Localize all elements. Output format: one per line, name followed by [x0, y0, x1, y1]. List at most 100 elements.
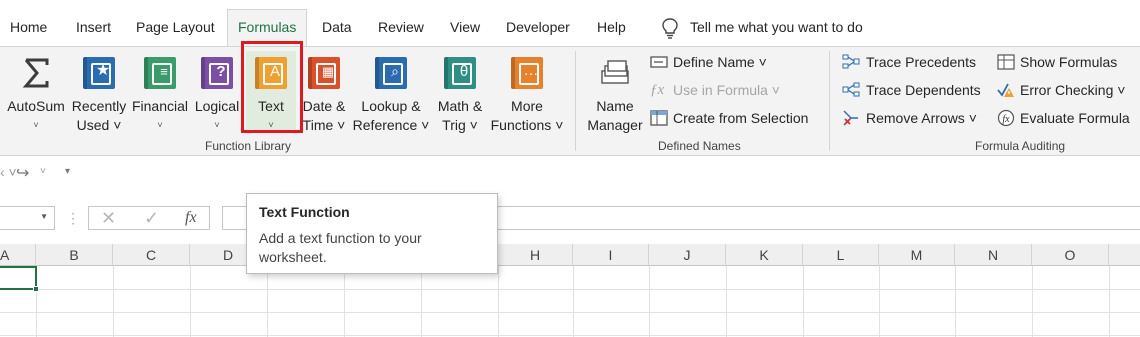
worksheet-grid[interactable]: A B C D E F G H I J K L M N O: [0, 244, 1140, 337]
selected-cell-a1[interactable]: [0, 266, 37, 290]
grip-dots-icon: ⋮: [66, 210, 80, 226]
autosum-label: AutoSum ˅: [7, 98, 65, 130]
column-header-j[interactable]: J: [649, 244, 726, 266]
trace-precedents-icon: [842, 54, 860, 69]
group-divider: [575, 51, 576, 151]
text-button-highlight-box: [241, 41, 303, 133]
enter-check-icon[interactable]: ✓: [144, 208, 159, 229]
evaluate-formula-label: Evaluate Formula: [1020, 110, 1130, 126]
logical-button[interactable]: ? Logical ˅: [190, 51, 244, 133]
name-manager-button[interactable]: Name Manager: [582, 51, 648, 133]
formula-auditing-group-label: Formula Auditing: [975, 139, 1066, 153]
redo-icon[interactable]: ↪: [16, 163, 29, 183]
name-box[interactable]: ▼: [0, 206, 55, 230]
redo-dropdown-icon[interactable]: ˅: [40, 166, 46, 177]
column-header-k[interactable]: K: [726, 244, 803, 266]
insert-function-fx-icon[interactable]: fx: [185, 209, 197, 227]
tooltip-body: Add a text function to your worksheet.: [259, 230, 422, 265]
column-header-o[interactable]: O: [1032, 244, 1109, 266]
column-header-m[interactable]: M: [879, 244, 955, 266]
trace-dependents-icon: [842, 82, 860, 97]
evaluate-formula-icon: fx: [997, 109, 1015, 127]
star-book-icon: ★: [83, 57, 115, 89]
column-header-h[interactable]: H: [498, 244, 573, 266]
column-gridline: [879, 266, 880, 337]
function-library-group-label: Function Library: [205, 139, 292, 153]
fill-handle[interactable]: [33, 286, 39, 292]
tab-data[interactable]: Data: [322, 14, 352, 40]
column-gridline: [421, 266, 422, 337]
tab-page-layout[interactable]: Page Layout: [136, 14, 215, 40]
column-gridline: [573, 266, 574, 337]
formula-bar: ▼ ⋮ ✕ ✓ fx: [0, 200, 1140, 236]
svg-text:fx: fx: [1002, 114, 1010, 125]
show-formulas-icon: [997, 54, 1015, 70]
cancel-icon[interactable]: ✕: [101, 208, 116, 229]
ribbon-tab-bar: Home Insert Page Layout Formulas Data Re…: [0, 0, 1140, 47]
undo-dropdown-icon[interactable]: ‹ ˅: [0, 164, 17, 180]
column-gridline: [649, 266, 650, 337]
tab-review[interactable]: Review: [378, 14, 424, 40]
recently-used-button[interactable]: ★ Recently Used ˅: [68, 51, 130, 133]
tab-help[interactable]: Help: [597, 14, 626, 40]
defined-names-group-label: Defined Names: [658, 139, 741, 153]
date-time-button[interactable]: ▦ Date & Time ˅: [298, 51, 350, 133]
column-gridline: [726, 266, 727, 337]
financial-label: Financial ˅: [131, 98, 189, 130]
column-gridline: [190, 266, 191, 337]
financial-button[interactable]: ≡ Financial ˅: [130, 51, 190, 133]
use-in-formula-label: Use in Formula ˅: [673, 82, 780, 98]
logical-label: Logical ˅: [194, 98, 240, 130]
question-book-icon: ?: [201, 57, 233, 89]
error-checking-label: Error Checking ˅: [1020, 82, 1126, 98]
trace-precedents-label: Trace Precedents: [866, 54, 976, 70]
tab-home[interactable]: Home: [10, 14, 47, 40]
date-time-label: Date & Time ˅: [302, 98, 346, 133]
trace-dependents-label: Trace Dependents: [866, 82, 981, 98]
column-header-c[interactable]: C: [113, 244, 190, 266]
column-gridline: [498, 266, 499, 337]
sigma-icon: [22, 58, 49, 88]
customize-toolbar-icon[interactable]: ▾: [65, 166, 70, 177]
tab-developer[interactable]: Developer: [506, 14, 570, 40]
tab-insert[interactable]: Insert: [76, 14, 111, 40]
column-header-n[interactable]: N: [955, 244, 1032, 266]
more-functions-label: More Functions ˅: [490, 98, 564, 133]
lookup-reference-button[interactable]: ⌕ Lookup & Reference ˅: [352, 51, 430, 133]
error-checking-icon: [997, 83, 1014, 97]
autosum-button[interactable]: AutoSum ˅: [4, 51, 68, 133]
name-manager-icon: [601, 60, 629, 84]
column-header-i[interactable]: I: [573, 244, 649, 266]
tab-view[interactable]: View: [450, 14, 480, 40]
math-trig-button[interactable]: θ Math & Trig ˅: [430, 51, 490, 133]
ellipsis-book-icon: …: [511, 57, 543, 89]
formula-buttons: ✕ ✓ fx: [88, 206, 210, 230]
show-formulas-label: Show Formulas: [1020, 54, 1118, 70]
fx-icon: ƒx: [650, 82, 665, 98]
chevron-down-icon[interactable]: ▼: [40, 212, 48, 221]
row-gridline: [0, 312, 1140, 313]
column-header-b[interactable]: B: [36, 244, 113, 266]
column-gridline: [803, 266, 804, 337]
magnifier-book-icon: ⌕: [375, 57, 407, 89]
tag-icon: [650, 56, 668, 68]
theta-book-icon: θ: [444, 57, 476, 89]
column-gridline: [1032, 266, 1033, 337]
column-header-partial[interactable]: [1109, 244, 1140, 266]
remove-arrows-icon: [843, 110, 858, 126]
column-gridline: [1109, 266, 1110, 337]
lightbulb-icon: [662, 18, 678, 39]
text-function-tooltip: Text Function Add a text function to you…: [246, 193, 498, 274]
lookup-reference-label: Lookup & Reference ˅: [352, 98, 430, 133]
recently-used-label: Recently Used ˅: [71, 98, 127, 133]
column-header-a[interactable]: A: [0, 244, 36, 266]
remove-arrows-label: Remove Arrows ˅: [866, 110, 977, 126]
quick-access-toolbar: ‹ ˅ ↪ ˅ ▾: [0, 158, 1140, 192]
column-header-l[interactable]: L: [803, 244, 879, 266]
define-name-label: Define Name ˅: [673, 54, 767, 70]
column-gridline: [344, 266, 345, 337]
name-manager-label: Name Manager: [587, 98, 643, 133]
more-functions-button[interactable]: … More Functions ˅: [490, 51, 564, 133]
column-gridline: [113, 266, 114, 337]
ribbon: AutoSum ˅ ★ Recently Used ˅ ≡ Financial …: [0, 46, 1140, 156]
